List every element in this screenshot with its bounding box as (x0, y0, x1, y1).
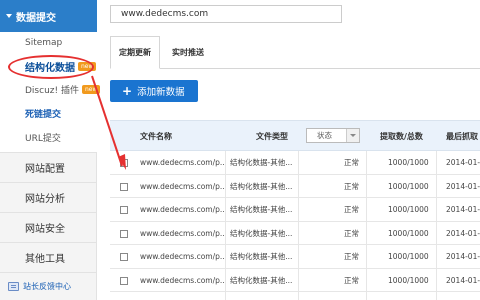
cell-status: 正常 (344, 228, 359, 238)
page-root: 数据提交 Sitemap 结构化数据 new Discuz! 插件 new 死链… (0, 0, 480, 300)
table-row: www.dedecms.com/p... 结构化数据-其他... 正常 1000… (110, 175, 480, 198)
feedback-icon (8, 282, 19, 291)
chevron-down-icon (346, 129, 359, 142)
cell-file-name[interactable]: www.dedecms.com/p... (140, 151, 224, 174)
sidebar-item-url-submit[interactable]: URL提交 (25, 131, 61, 144)
cell-last-fetch: 2014-01-0 (446, 158, 480, 167)
sidebar-category-label: 网站配置 (25, 164, 65, 175)
row-checkbox[interactable] (120, 253, 128, 261)
sidebar-submenu: Sitemap 结构化数据 new Discuz! 插件 new 死链提交 UR… (0, 32, 101, 152)
cell-file-name[interactable]: www.dedecms.com/p... (140, 175, 224, 198)
table-row: www.dedecms.com/p... 结构化数据-其他... 正常 1000… (110, 245, 480, 269)
cell-status: 正常 (344, 205, 359, 214)
table-row: www.dedecms.com/p... 结构化数据-其他... 正常 1000… (110, 269, 480, 292)
sidebar-item-label: 死链提交 (25, 110, 62, 120)
cell-last-fetch: 2014-01-0 (446, 181, 480, 191)
cell-fetch-count: 1000/1000 (388, 228, 429, 238)
cell-fetch-count: 1000/1000 (388, 275, 429, 285)
site-select[interactable]: www.dedecms.com (110, 5, 342, 23)
row-checkbox[interactable] (120, 206, 128, 214)
status-filter-label: 状态 (317, 131, 332, 140)
sidebar-category-label: 网站安全 (25, 224, 65, 235)
new-badge: new (81, 85, 101, 94)
sidebar: 数据提交 Sitemap 结构化数据 new Discuz! 插件 new 死链… (0, 0, 101, 300)
cell-file-name[interactable]: www.dedecms.com/p... (140, 245, 224, 268)
cell-file-name[interactable]: www.dedecms.com/p... (140, 269, 224, 292)
row-checkbox[interactable] (120, 159, 128, 167)
cell-last-fetch: 2014-01-0 (446, 228, 480, 238)
cell-status: 正常 (344, 275, 359, 285)
row-checkbox[interactable] (120, 182, 128, 191)
sidebar-category-other-tools[interactable]: 其他工具 (0, 242, 97, 272)
cell-file-type: 结构化数据-其他... (230, 205, 293, 214)
add-data-button[interactable]: + 添加新数据 (110, 80, 198, 102)
column-header-fetch-count: 提取数/总数 (380, 132, 423, 141)
cell-file-name[interactable]: www.dedecms.com/p... (140, 198, 224, 221)
sidebar-category-site-security[interactable]: 网站安全 (0, 212, 97, 242)
cell-file-type: 结构化数据-其他... (230, 228, 293, 238)
column-header-last-fetch: 最后抓取 (446, 132, 478, 141)
sidebar-item-label: URL提交 (25, 134, 61, 144)
sidebar-item-discuz-plugin[interactable]: Discuz! 插件 new (25, 83, 101, 96)
cell-last-fetch: 2014-01-0 (446, 252, 480, 261)
cell-fetch-count: 1000/1000 (388, 158, 429, 167)
cell-status: 正常 (344, 158, 359, 167)
sidebar-item-sitemap[interactable]: Sitemap (25, 38, 62, 48)
row-checkbox[interactable] (120, 276, 128, 285)
cell-last-fetch: 2014-01-0 (446, 275, 480, 285)
table-row: www.dedecms.com/p... 结构化数据-其他... 正常 1000… (110, 198, 480, 222)
sidebar-category-site-config[interactable]: 网站配置 (0, 152, 97, 182)
table-header: 文件名称 文件类型 提取数/总数 最后抓取 (110, 120, 480, 151)
cell-status: 正常 (344, 252, 359, 261)
cell-fetch-count: 1000/1000 (388, 181, 429, 191)
sidebar-section-data-submit[interactable]: 数据提交 (0, 0, 97, 32)
sidebar-category-label: 网站分析 (25, 194, 65, 205)
feedback-center-link[interactable]: 站长反馈中心 (0, 272, 97, 300)
column-header-file-name: 文件名称 (140, 132, 172, 141)
table-body: www.dedecms.com/p... 结构化数据-其他... 正常 1000… (110, 151, 480, 292)
table-row: www.dedecms.com/p... 结构化数据-其他... 正常 1000… (110, 151, 480, 175)
cell-last-fetch: 2014-01-0 (446, 205, 480, 214)
caret-down-icon (6, 14, 12, 18)
feedback-label: 站长反馈中心 (23, 282, 71, 291)
plus-icon: + (122, 84, 133, 98)
cell-file-type: 结构化数据-其他... (230, 158, 293, 167)
cell-file-type: 结构化数据-其他... (230, 275, 293, 285)
add-data-label: 添加新数据 (137, 87, 185, 98)
cell-file-name[interactable]: www.dedecms.com/p... (140, 222, 224, 245)
status-filter-dropdown[interactable]: 状态 (306, 128, 360, 143)
cell-status: 正常 (344, 181, 359, 191)
annotation-ellipse (8, 55, 94, 79)
sidebar-item-label: Sitemap (25, 38, 63, 48)
sidebar-item-label: Discuz! 插件 (25, 86, 79, 96)
table-row: www.dedecms.com/p... 结构化数据-其他... 正常 1000… (110, 222, 480, 245)
tab-realtime-push[interactable]: 实时推送 (162, 36, 214, 69)
sidebar-section-label: 数据提交 (16, 12, 56, 24)
row-checkbox[interactable] (120, 229, 128, 238)
column-header-file-type: 文件类型 (256, 132, 288, 141)
sidebar-item-deadlink-submit[interactable]: 死链提交 (25, 107, 61, 120)
sidebar-category-label: 其他工具 (25, 254, 65, 265)
cell-file-type: 结构化数据-其他... (230, 252, 293, 261)
sidebar-category-site-analysis[interactable]: 网站分析 (0, 182, 97, 212)
tab-periodic-update[interactable]: 定期更新 (110, 36, 160, 69)
cell-fetch-count: 1000/1000 (388, 252, 429, 261)
cell-file-type: 结构化数据-其他... (230, 181, 293, 191)
cell-fetch-count: 1000/1000 (388, 205, 429, 214)
